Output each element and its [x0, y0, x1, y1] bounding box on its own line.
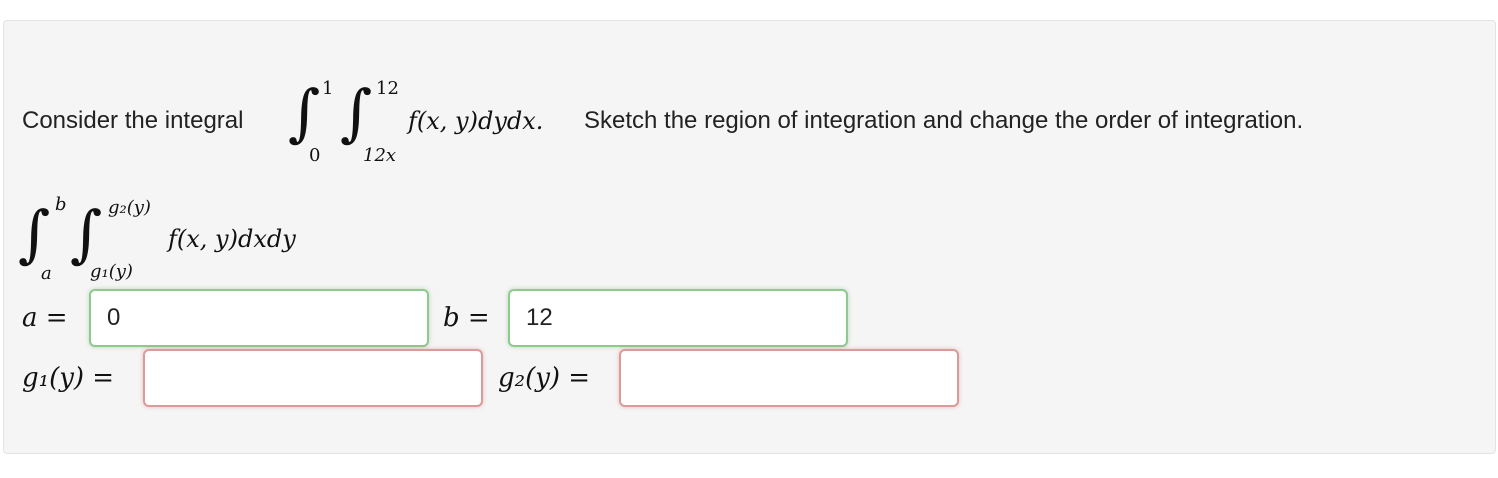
- inner-upper-limit: 12: [376, 78, 399, 99]
- a-input[interactable]: [89, 289, 429, 347]
- b-input[interactable]: [508, 289, 848, 347]
- question-prefix: Consider the integral: [22, 107, 244, 134]
- outer-lower-limit: 0: [309, 145, 321, 166]
- inner-lower-limit: 12x: [363, 145, 397, 166]
- reversed-outer-integral-sign: ∫: [18, 197, 51, 270]
- reversed-outer-upper-limit: b: [55, 194, 67, 215]
- g1-label: g₁(y) =: [22, 363, 115, 393]
- g1-input[interactable]: [143, 349, 483, 407]
- reversed-outer-lower-limit: a: [41, 263, 52, 284]
- a-label: a =: [22, 303, 68, 333]
- outer-upper-limit: 1: [322, 78, 334, 99]
- reversed-inner-integral-sign: ∫: [70, 197, 103, 270]
- question-integrand: f(x, y)dydx.: [408, 107, 544, 135]
- reversed-inner-lower-limit: g₁(y): [90, 261, 133, 282]
- inner-integral-sign: ∫: [340, 76, 373, 149]
- reversed-inner-upper-limit: g₂(y): [108, 197, 151, 218]
- reversed-integrand: f(x, y)dxdy: [168, 225, 296, 253]
- g2-label: g₂(y) =: [498, 363, 591, 393]
- outer-integral-sign: ∫: [288, 76, 321, 149]
- b-label: b =: [443, 303, 490, 333]
- g2-input[interactable]: [619, 349, 959, 407]
- question-suffix: Sketch the region of integration and cha…: [584, 107, 1304, 134]
